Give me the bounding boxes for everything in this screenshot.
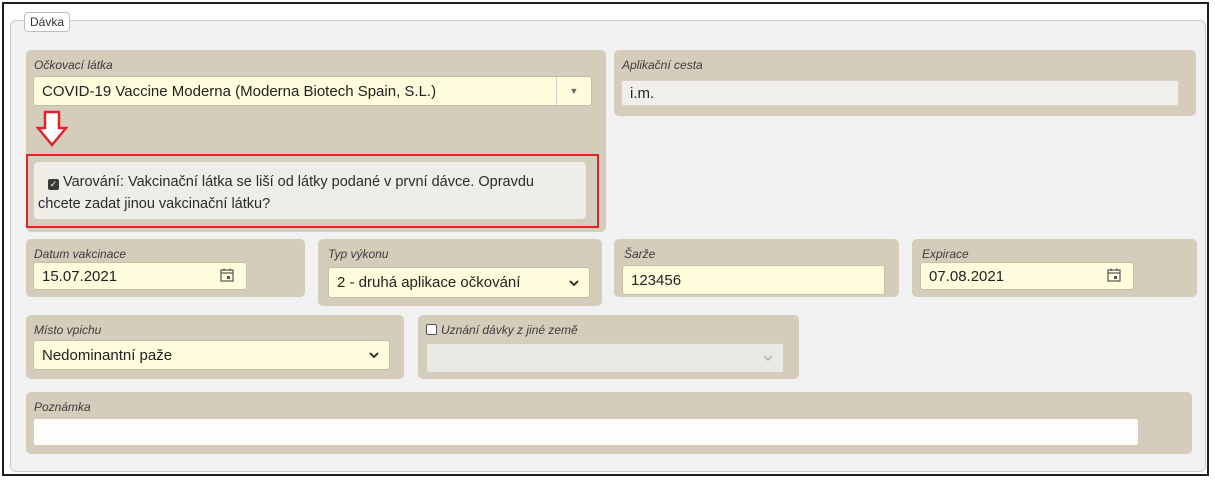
note-label: Poznámka <box>34 400 91 414</box>
caret-down-icon: ▼ <box>569 86 579 96</box>
injection-site-value: Nedominantní paže <box>42 346 173 364</box>
warning-text-line2: chcete zadat jinou vakcinační látku? <box>38 196 271 212</box>
vaccine-select[interactable]: COVID-19 Vaccine Moderna (Moderna Biotec… <box>33 76 592 106</box>
warning-message: ✓ Varování: Vakcinační látka se liší od l… <box>38 171 558 215</box>
procedure-type-select[interactable]: 2 - druhá aplikace očkování <box>328 267 590 298</box>
note-input[interactable] <box>33 418 1139 446</box>
fieldset-legend: Dávka <box>24 12 71 32</box>
batch-input[interactable]: 123456 <box>622 265 885 295</box>
vaccine-label: Očkovací látka <box>34 58 113 72</box>
calendar-icon[interactable] <box>219 267 235 283</box>
batch-value: 123456 <box>631 271 682 289</box>
red-down-arrow-icon <box>35 110 69 147</box>
expiry-input[interactable]: 07.08.2021 <box>920 262 1134 290</box>
vaccine-dropdown-button[interactable]: ▼ <box>556 77 591 105</box>
route-field: i.m. <box>621 80 1179 106</box>
warning-checkbox[interactable]: ✓ <box>48 179 59 190</box>
vaccine-value: COVID-19 Vaccine Moderna (Moderna Biotec… <box>42 82 437 100</box>
expiry-label: Expirace <box>922 247 969 261</box>
foreign-dose-label-row: Uznání dávky z jiné země <box>426 323 578 337</box>
injection-site-label: Místo vpichu <box>34 323 102 337</box>
chevron-down-icon <box>569 276 579 290</box>
batch-label: Šarže <box>624 247 656 261</box>
expiry-value: 07.08.2021 <box>929 267 1005 285</box>
route-value: i.m. <box>630 84 655 102</box>
date-input[interactable]: 15.07.2021 <box>33 262 247 290</box>
injection-site-select[interactable]: Nedominantní paže <box>33 340 390 370</box>
procedure-type-label: Typ výkonu <box>328 247 389 261</box>
foreign-dose-select <box>426 343 784 373</box>
chevron-down-icon <box>763 351 773 365</box>
date-label: Datum vakcinace <box>34 247 127 261</box>
chevron-down-icon <box>369 348 379 362</box>
warning-text-line1: Varování: Vakcinační látka se liší od lá… <box>63 174 534 190</box>
foreign-dose-label: Uznání dávky z jiné země <box>441 323 578 337</box>
procedure-type-value: 2 - druhá aplikace očkování <box>337 274 521 291</box>
foreign-dose-checkbox[interactable] <box>426 324 437 335</box>
route-label: Aplikační cesta <box>622 58 703 72</box>
calendar-icon[interactable] <box>1106 267 1122 283</box>
date-value: 15.07.2021 <box>42 267 118 285</box>
